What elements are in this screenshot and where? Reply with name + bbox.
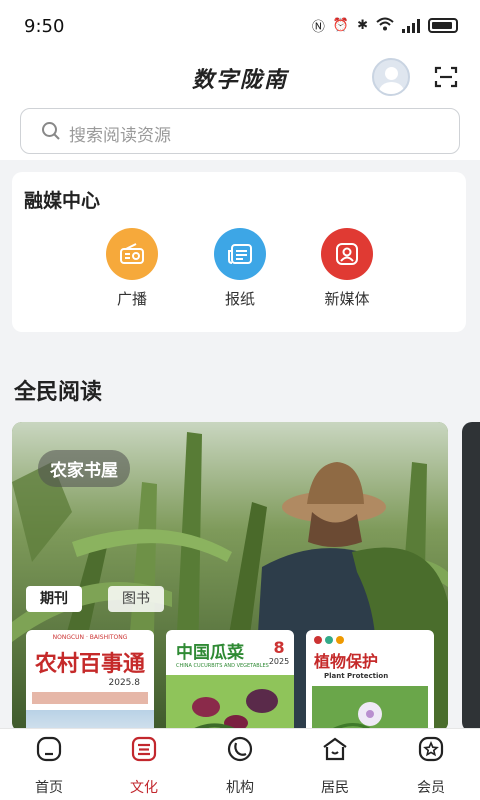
avatar-head [385, 67, 398, 80]
nfc-icon: Ⓝ [311, 20, 325, 35]
media-center-title: 融媒中心 [24, 190, 101, 212]
battery-icon [428, 18, 458, 33]
avatar-body [379, 82, 404, 94]
nav-item-member[interactable]: 会员 [396, 735, 466, 797]
next-banner-peek[interactable] [462, 422, 480, 732]
status-icons: Ⓝ ⏰ ✱ [312, 16, 458, 35]
magazine-issue: 8 [273, 638, 285, 657]
media-item-label: 广播 [116, 290, 147, 308]
media-center-card: 融媒中心 广播 报纸 新媒体 [12, 172, 466, 332]
newspaper-icon [214, 228, 266, 280]
resident-icon [323, 737, 347, 761]
institution-icon [227, 736, 253, 762]
header: 数字陇南 搜索阅读资源 [0, 56, 480, 160]
alarm-icon: ⏰ [332, 18, 350, 33]
nav-item-resident[interactable]: 居民 [300, 735, 370, 797]
magazine-subtitle: CHINA CUCURBITS AND VEGETABLES [176, 663, 269, 669]
magazine-cover[interactable]: NONGCUN · BAISHITONG 农村百事通 2025.8 [26, 630, 154, 732]
bluetooth-icon: ✱ [357, 18, 368, 33]
magazine-year: 2025 [268, 657, 290, 666]
nav-label: 会员 [417, 780, 445, 796]
home-icon [36, 736, 62, 762]
magazine-photo [166, 675, 294, 732]
nav-label: 居民 [321, 780, 349, 796]
wifi-icon [376, 17, 394, 35]
culture-icon [131, 736, 157, 762]
avatar[interactable] [372, 58, 410, 96]
status-bar: 9:50 Ⓝ ⏰ ✱ [0, 0, 480, 56]
search-placeholder: 搜索阅读资源 [69, 126, 171, 146]
magazine-cover[interactable]: 植物保护 Plant Protection [306, 630, 434, 732]
status-time: 9:50 [24, 16, 65, 37]
nav-label: 首页 [35, 780, 63, 796]
search-input[interactable]: 搜索阅读资源 [20, 108, 460, 154]
reading-section-title: 全民阅读 [14, 380, 103, 405]
banner-tag: 农家书屋 [38, 450, 130, 487]
tab-books[interactable]: 图书 [108, 586, 164, 612]
magazine-title: 农村百事通 [34, 651, 145, 677]
signal-icon [402, 18, 420, 33]
magazine-subtitle: Plant Protection [324, 672, 389, 680]
nav-label: 机构 [226, 780, 254, 796]
member-icon [418, 736, 444, 762]
tab-periodicals[interactable]: 期刊 [26, 586, 82, 612]
magazine-banner-strip [32, 692, 148, 704]
magazine-title: 植物保护 [314, 652, 379, 671]
magazine-cover[interactable]: 中国瓜菜 CHINA CUCURBITS AND VEGETABLES 8 20… [166, 630, 294, 732]
nav-item-home[interactable]: 首页 [14, 735, 84, 797]
new-media-icon [321, 228, 373, 280]
search-icon [42, 122, 60, 140]
nav-label: 文化 [130, 780, 158, 796]
magazine-masthead: NONGCUN · BAISHITONG [52, 634, 128, 641]
media-item-newspaper[interactable]: 报纸 [200, 228, 280, 309]
magazine-logos [306, 630, 434, 644]
reading-banner[interactable]: 农家书屋 期刊 图书 NONGCUN · BAISHITONG 农村百事通 20… [12, 422, 448, 732]
scan-icon[interactable] [434, 66, 458, 88]
magazine-issue: 2025.8 [108, 678, 141, 688]
media-item-new-media[interactable]: 新媒体 [307, 228, 387, 309]
media-item-label: 新媒体 [324, 290, 370, 308]
nav-item-institution[interactable]: 机构 [205, 735, 275, 797]
radio-icon [106, 228, 158, 280]
magazine-photo [312, 686, 428, 732]
media-item-radio[interactable]: 广播 [92, 228, 172, 309]
nav-item-culture[interactable]: 文化 [109, 735, 179, 797]
media-item-label: 报纸 [224, 290, 255, 308]
bottom-nav: 首页 文化 机构 居民 会员 [0, 728, 480, 800]
magazine-title: 中国瓜菜 [176, 643, 244, 663]
